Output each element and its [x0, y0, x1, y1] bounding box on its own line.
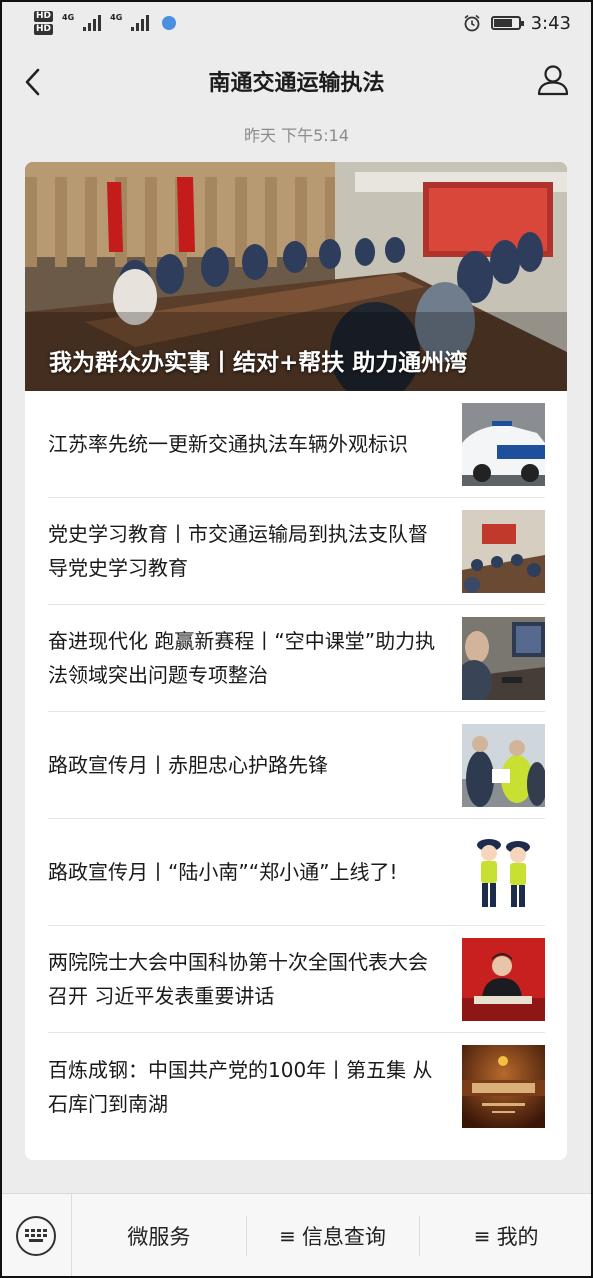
page-title: 南通交通运输执法: [208, 71, 385, 96]
article-title: 路政宣传月丨赤胆忠心护路先锋: [48, 753, 328, 777]
signal-icon: [131, 15, 150, 31]
article-card: 我为群众办实事丨结对+帮扶 助力通州湾 江苏率先统一更新交通执法车辆外观标识 党…: [25, 162, 567, 1160]
article-title: 奋进现代化 跑赢新赛程丨“空中课堂”助力执法领域突出问题专项整治: [48, 629, 436, 687]
article-item[interactable]: 百炼成钢：中国共产党的100年丨第五集 从石库门到南湖: [48, 1033, 545, 1140]
user-profile-icon[interactable]: [535, 62, 571, 98]
network-type: 4G: [62, 13, 75, 22]
article-item[interactable]: 党史学习教育丨市交通运输局到执法支队督导党史学习教育: [48, 498, 545, 605]
signal-icon: [83, 15, 102, 31]
status-bar: HD HD 4G 4G 3:43: [0, 0, 593, 46]
message-timestamp: 昨天 下午5:14: [243, 126, 350, 145]
article-title: 党史学习教育丨市交通运输局到执法支队督导党史学习教育: [48, 522, 428, 580]
keyboard-toggle-button[interactable]: [0, 1193, 72, 1278]
menu-label: 微服务: [127, 1225, 191, 1249]
article-thumbnail: [462, 616, 545, 700]
submenu-indicator-icon: ≡: [473, 1224, 491, 1248]
menu-mine[interactable]: ≡ 我的: [419, 1194, 593, 1278]
hd-badge: HD: [34, 24, 54, 35]
article-thumbnail: [462, 830, 545, 914]
battery-icon: [490, 16, 524, 30]
cover-article-title: 我为群众办实事丨结对+帮扶 助力通州湾: [49, 350, 468, 376]
article-thumbnail: [462, 509, 545, 593]
clock: 3:43: [530, 12, 571, 34]
menu-label: 信息查询: [301, 1225, 386, 1249]
alarm-icon: [464, 14, 480, 32]
navigation-bar: 南通交通运输执法: [0, 46, 593, 116]
article-item[interactable]: 奋进现代化 跑赢新赛程丨“空中课堂”助力执法领域突出问题专项整治: [48, 605, 545, 712]
article-title: 路政宣传月丨“陆小南”“郑小通”上线了!: [48, 860, 398, 884]
article-thumbnail: [462, 1045, 545, 1128]
keyboard-icon: [15, 1216, 56, 1256]
article-thumbnail: [462, 937, 545, 1021]
article-thumbnail: [462, 402, 545, 486]
menu-micro-service[interactable]: 微服务: [72, 1194, 246, 1278]
menu-info-query[interactable]: ≡ 信息查询: [245, 1194, 420, 1278]
article-item[interactable]: 路政宣传月丨赤胆忠心护路先锋: [48, 712, 545, 819]
article-title: 百炼成钢：中国共产党的100年丨第五集 从石库门到南湖: [48, 1057, 433, 1116]
cover-article[interactable]: 我为群众办实事丨结对+帮扶 助力通州湾: [25, 162, 567, 391]
network-type: 4G: [110, 13, 123, 22]
article-item[interactable]: 江苏率先统一更新交通执法车辆外观标识: [48, 391, 545, 498]
article-item[interactable]: 两院院士大会中国科协第十次全国代表大会召开 习近平发表重要讲话: [48, 926, 545, 1033]
article-list: 江苏率先统一更新交通执法车辆外观标识 党史学习教育丨市交通运输局到执法支队督导党…: [25, 391, 567, 1140]
app-notification-icon: [162, 16, 177, 30]
menu-label: 我的: [496, 1225, 539, 1249]
article-item[interactable]: 路政宣传月丨“陆小南”“郑小通”上线了!: [48, 819, 545, 926]
article-title: 江苏率先统一更新交通执法车辆外观标识: [48, 432, 408, 456]
bottom-menu-bar: 微服务 ≡ 信息查询 ≡ 我的: [0, 1193, 593, 1278]
back-arrow-icon[interactable]: [18, 64, 48, 100]
article-title: 两院院士大会中国科协第十次全国代表大会召开 习近平发表重要讲话: [48, 950, 428, 1008]
submenu-indicator-icon: ≡: [279, 1224, 296, 1248]
article-thumbnail: [462, 723, 545, 807]
hd-badge: HD: [34, 11, 54, 22]
